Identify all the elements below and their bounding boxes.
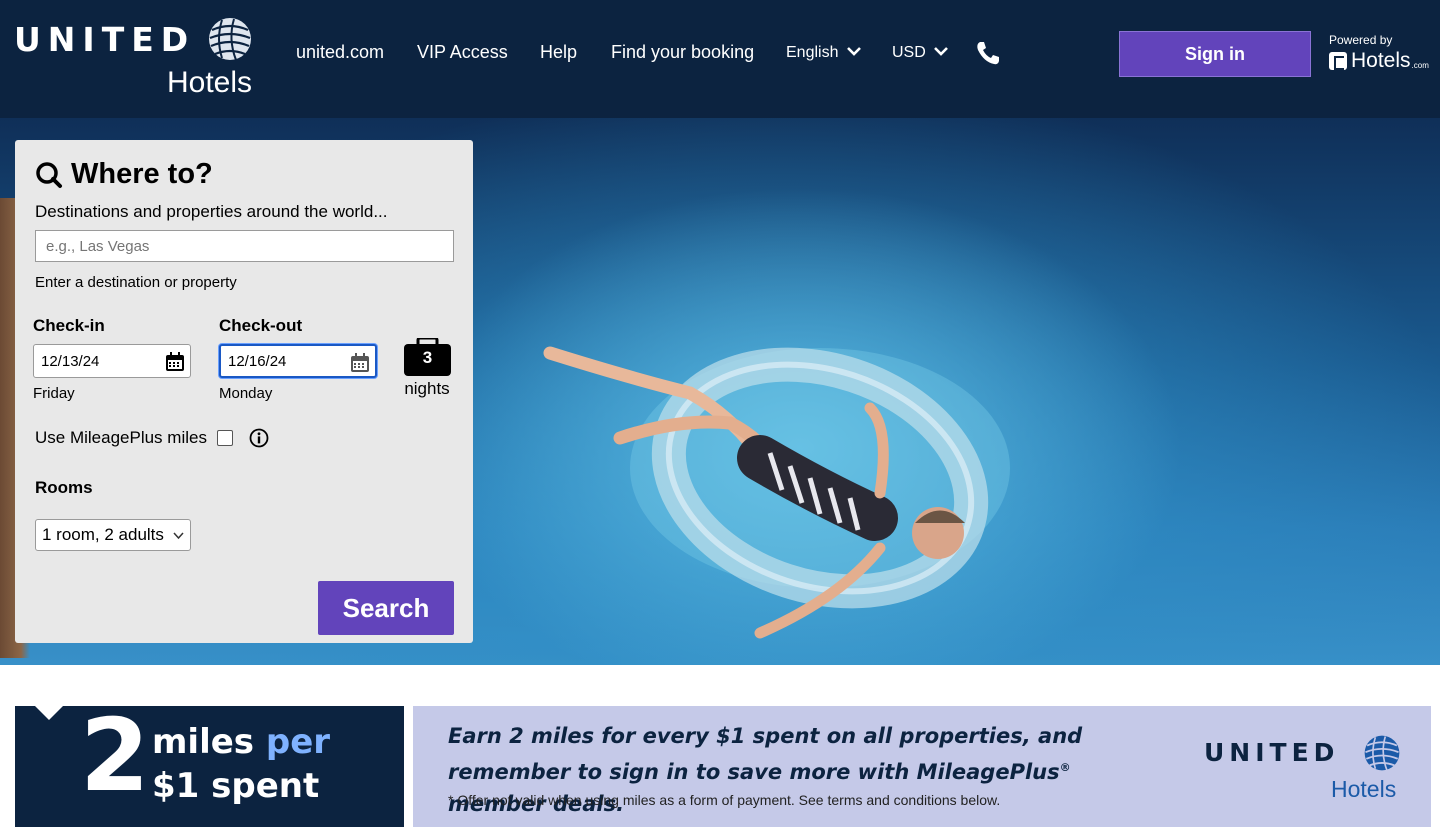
nights-label: nights [404, 379, 450, 398]
rooms-select-value: 1 room, 2 adults [42, 525, 164, 544]
promo-dollar-spent: $1 spent [152, 766, 320, 806]
promo-headline-a: Earn 2 miles for every $1 spent on all p… [448, 724, 1083, 784]
use-miles-label: Use MileagePlus miles [35, 428, 207, 447]
promo-miles-per: miles per [152, 722, 330, 762]
chevron-down-icon [847, 47, 861, 57]
currency-selector[interactable]: USD [892, 44, 949, 62]
powered-by-label: Powered by [1329, 33, 1393, 47]
info-icon[interactable] [249, 428, 269, 448]
promo-disclaimer: * Offer not valid when using miles as a … [448, 792, 1001, 808]
globe-icon [1364, 735, 1400, 771]
hotels-com-brand: Hotels [1351, 49, 1411, 72]
calendar-icon[interactable] [350, 353, 370, 373]
destination-input[interactable] [35, 230, 454, 262]
currency-value: USD [892, 44, 926, 61]
promo-united-hotels-logo: UNITED Hotels [1204, 734, 1404, 804]
calendar-icon[interactable] [165, 352, 185, 372]
search-title-text: Where to? [71, 158, 213, 190]
powered-by: Powered by Hotels .com [1329, 33, 1429, 73]
language-selector[interactable]: English [786, 44, 861, 62]
promo-big-number: 2 [80, 697, 150, 814]
language-value: English [786, 44, 839, 61]
rooms-label: Rooms [35, 478, 93, 497]
use-miles-checkbox[interactable] [216, 430, 233, 446]
nav-vip-access[interactable]: VIP Access [417, 42, 508, 63]
search-icon [36, 161, 62, 188]
rooms-select[interactable]: 1 room, 2 adults [35, 519, 191, 551]
checkin-date-value: 12/13/24 [41, 352, 100, 370]
checkout-day: Monday [219, 385, 273, 402]
checkin-date-field[interactable]: 12/13/24 [33, 344, 191, 378]
promo-notch [35, 706, 63, 720]
sign-in-button[interactable]: Sign in [1119, 31, 1311, 77]
united-hotels-logo[interactable]: UNITED Hotels [14, 14, 259, 104]
promo-logo-wordmark: UNITED [1204, 738, 1340, 767]
checkout-date-value: 12/16/24 [228, 352, 287, 370]
chevron-down-icon [173, 532, 184, 540]
use-miles-row: Use MileagePlus miles [35, 428, 269, 448]
registered-mark: ® [1059, 761, 1071, 774]
phone-icon[interactable] [974, 40, 1002, 66]
hotels-com-icon [1329, 52, 1347, 70]
search-panel: Where to? Destinations and properties ar… [15, 140, 473, 643]
search-button[interactable]: Search [318, 581, 454, 635]
search-subtitle: Destinations and properties around the w… [35, 202, 388, 221]
checkout-label: Check-out [219, 316, 303, 335]
nights-count: 3 [422, 348, 433, 367]
checkin-label: Check-in [33, 316, 105, 335]
search-title: Where to? [35, 158, 213, 191]
logo-wordmark: UNITED [14, 20, 196, 59]
hotels-com-suffix: .com [1411, 61, 1429, 70]
promo-miles-word: miles [152, 722, 255, 762]
chevron-down-icon [934, 47, 949, 57]
promo-per-word: per [265, 722, 331, 762]
nav-find-booking[interactable]: Find your booking [611, 42, 754, 63]
globe-icon [206, 16, 254, 62]
nav-united-com[interactable]: united.com [296, 42, 384, 63]
logo-hotels-text: Hotels [167, 66, 253, 99]
checkout-date-field[interactable]: 12/16/24 [219, 344, 377, 378]
destination-help-text: Enter a destination or property [35, 274, 237, 291]
site-header: UNITED Hotels united.com VIP Access Help… [0, 0, 1440, 118]
hotels-com-logo: Hotels .com [1329, 49, 1429, 73]
checkin-day: Friday [33, 385, 75, 402]
swimmer-on-float-illustration [543, 346, 1010, 639]
promo-logo-hotels-text: Hotels [1331, 776, 1397, 802]
nav-help[interactable]: Help [540, 42, 577, 63]
